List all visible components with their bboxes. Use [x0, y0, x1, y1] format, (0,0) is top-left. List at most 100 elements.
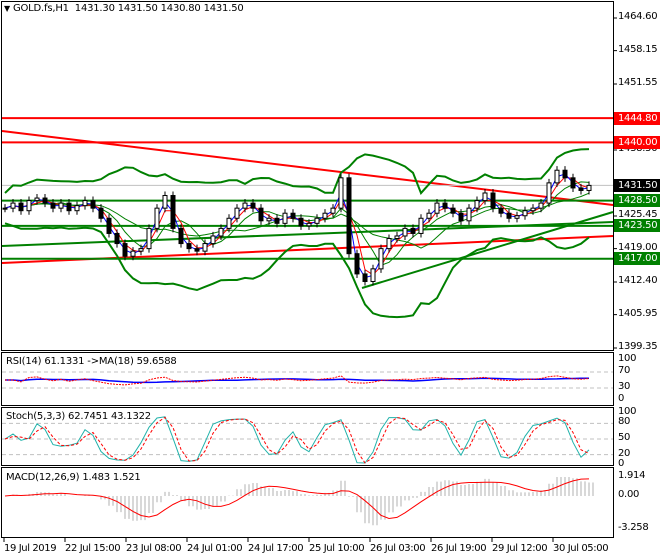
price-axis-label: 1464.60 — [618, 11, 658, 22]
candle-body — [18, 202, 24, 212]
candle-body — [354, 253, 360, 275]
macd-title: MACD(12,26,9) 1.483 1.521 — [6, 472, 141, 483]
candle-body — [378, 248, 384, 270]
candle-body — [338, 177, 344, 209]
candle-body — [42, 197, 48, 204]
candle-body — [538, 202, 544, 209]
candle-body — [258, 207, 264, 222]
macd-axis-label: -3.258 — [618, 521, 649, 533]
price-axis-label: 1425.45 — [618, 209, 658, 220]
time-axis-label: 26 Jul 19:00 — [431, 543, 487, 554]
candle-body — [530, 207, 536, 212]
price-axis-label: 1412.40 — [618, 275, 658, 286]
candle-body — [66, 202, 72, 212]
candle-body — [362, 273, 368, 282]
bollinger-upper — [4, 148, 590, 195]
candle-body — [146, 227, 152, 250]
candle-body — [578, 187, 584, 191]
candle-body — [586, 184, 592, 191]
candle-body — [98, 207, 104, 219]
candle-body — [90, 200, 96, 209]
candle-body — [562, 169, 568, 179]
candle-body — [298, 217, 304, 227]
candle-body — [450, 207, 456, 214]
candle-body — [242, 202, 248, 209]
price-tag: 1423.50 — [614, 219, 660, 233]
price-tag: 1444.80 — [614, 111, 660, 125]
symbol-label: GOLD.fs,H1 — [12, 3, 69, 14]
price-axis-label: 1399.35 — [618, 341, 658, 352]
macd-axis-label: 0.00 — [618, 489, 640, 500]
rsi-axis-label: 70 — [618, 365, 631, 376]
time-axis-label: 22 Jul 15:00 — [65, 543, 121, 554]
candle-body — [162, 195, 168, 209]
price-axis-label: 1405.95 — [618, 307, 658, 319]
candle-body — [498, 207, 504, 214]
candle-body — [370, 268, 376, 282]
candle-body — [426, 212, 432, 219]
stoch-axis-label: 50 — [618, 432, 631, 443]
candle-body — [402, 227, 408, 237]
candle-body — [26, 200, 32, 212]
candle-body — [322, 212, 328, 219]
candle-body — [330, 207, 336, 214]
candle-body — [186, 243, 192, 250]
candle-body — [130, 250, 136, 257]
candle-body — [570, 177, 576, 189]
candle-body — [234, 207, 240, 219]
candle-body — [122, 243, 128, 257]
candle-body — [154, 207, 160, 229]
candle-body — [50, 202, 56, 209]
candle-body — [306, 222, 312, 227]
candle-body — [218, 227, 224, 237]
bollinger-lower — [4, 222, 590, 319]
rsi-axis-label: 0 — [618, 393, 625, 404]
chart-header: ▼ GOLD.fs,H1 1431.30 1431.50 1430.80 143… — [4, 3, 244, 14]
time-axis-label: 24 Jul 01:00 — [187, 543, 243, 554]
candle-body — [82, 200, 88, 207]
time-axis-label: 19 Jul 2019 — [4, 543, 57, 554]
candle-body — [290, 212, 296, 219]
price-tag: 1428.50 — [614, 194, 660, 208]
rsi-line — [5, 375, 590, 386]
candle-body — [282, 212, 288, 224]
candle-body — [58, 202, 64, 209]
candle-body — [490, 192, 496, 209]
candle-body — [434, 202, 440, 214]
stoch-axis-label: 80 — [618, 416, 631, 428]
candle-body — [170, 195, 176, 229]
price-axis-label: 1419.00 — [618, 241, 658, 253]
price-tag: 1417.00 — [614, 252, 660, 266]
candle-body — [114, 232, 120, 245]
candle-body — [226, 217, 232, 229]
candle-body — [210, 235, 216, 245]
candle-body — [138, 248, 144, 252]
candle-body — [458, 212, 464, 222]
candle-body — [522, 210, 528, 217]
candle-body — [466, 207, 472, 222]
candle-body — [474, 200, 480, 209]
stoch-axis-label: 0 — [618, 458, 625, 469]
price-tag: 1431.50 — [614, 178, 660, 192]
candle-body — [394, 235, 400, 240]
collapse-triangle-icon[interactable]: ▼ — [4, 4, 10, 13]
candle-body — [194, 248, 200, 252]
candle-body — [2, 207, 8, 210]
candle-body — [418, 217, 424, 234]
candle-body — [410, 227, 416, 234]
macd-axis-label: 1.914 — [618, 469, 646, 481]
candle-body — [266, 217, 272, 222]
candle-body — [386, 238, 392, 250]
candle-body — [274, 217, 280, 224]
rsi-axis-label: 100 — [618, 353, 637, 364]
stoch-title: Stoch(5,3,3) 62.7451 43.1322 — [6, 411, 151, 422]
stoch-axis-label: 100 — [618, 406, 637, 417]
candle-body — [442, 202, 448, 209]
price-axis-label: 1458.15 — [618, 43, 658, 55]
candle-body — [106, 217, 112, 234]
price-tag: 1440.00 — [614, 135, 660, 149]
candle-body — [10, 202, 16, 209]
stoch-axis-label: 20 — [618, 447, 631, 459]
macd-signal-line — [4, 478, 590, 520]
rsi-axis-label: 30 — [618, 381, 631, 392]
